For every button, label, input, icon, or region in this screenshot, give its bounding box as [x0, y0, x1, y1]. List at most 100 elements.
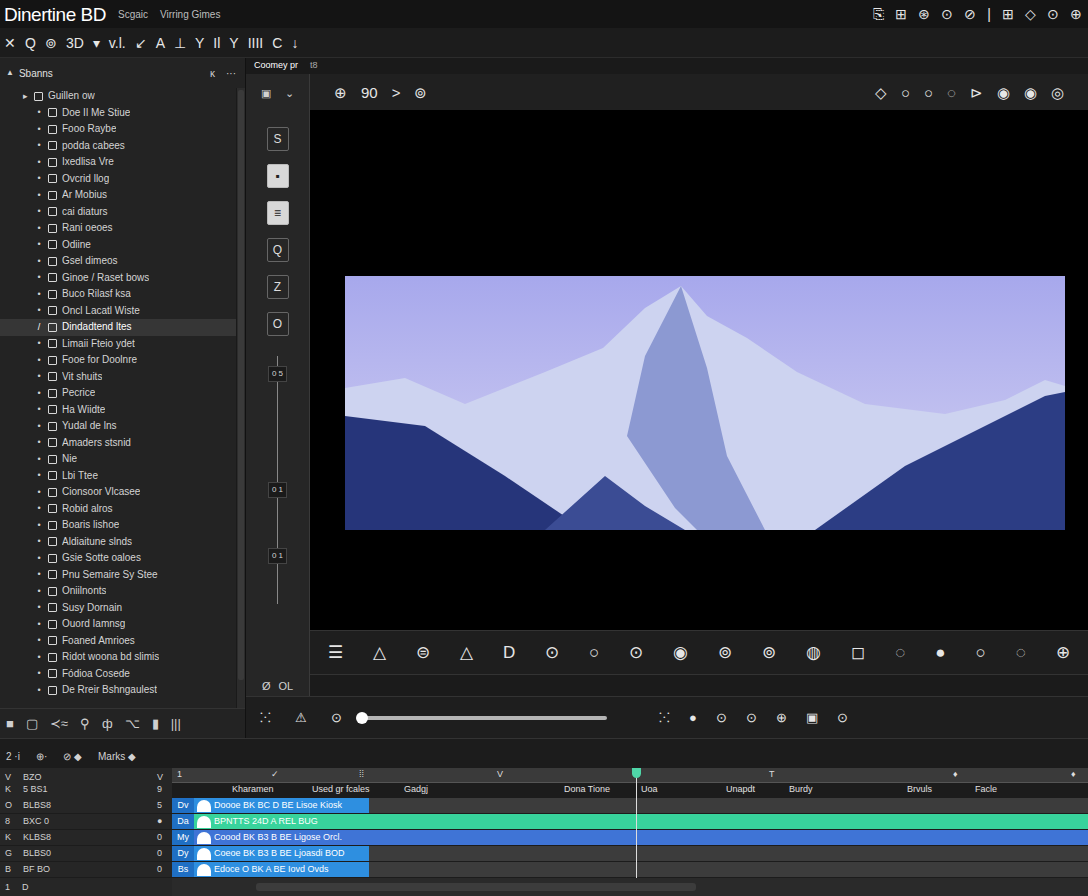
track-flag[interactable]: 0 — [157, 833, 167, 842]
sidebar-item[interactable]: •Gsel dimeos — [0, 253, 236, 270]
tool-button[interactable]: O — [267, 312, 289, 336]
sidebar-item[interactable]: •Boaris lishoe — [0, 517, 236, 534]
tool-icon[interactable]: Il — [213, 36, 220, 50]
transport-icon[interactable]: ▣ — [806, 711, 818, 724]
sidebar-item[interactable]: •podda cabees — [0, 138, 236, 155]
control-icon[interactable]: ◌ — [895, 644, 905, 661]
sidebar-item[interactable]: ▸Guillen ow — [0, 88, 236, 105]
track-flag[interactable]: 5 — [157, 801, 167, 810]
sidebar-item[interactable]: /Dindadtend ltes — [0, 319, 236, 336]
viewer-tab[interactable]: Coomey pr — [254, 59, 298, 73]
sidebar-item[interactable]: •Doe Il Me Stiue — [0, 105, 236, 122]
control-icon[interactable]: ○ — [589, 644, 599, 661]
control-icon[interactable]: ◻ — [851, 644, 865, 661]
track-flag[interactable]: 0 — [157, 849, 167, 858]
viewer-mode-icon[interactable]: ○ — [924, 85, 933, 100]
scrub-handle[interactable] — [356, 712, 368, 724]
tool-icon[interactable]: Y — [195, 36, 204, 50]
control-icon[interactable]: ○ — [975, 644, 985, 661]
window-action-icon[interactable]: | — [987, 7, 991, 21]
footer-tool-icon[interactable]: ||| — [171, 717, 181, 730]
sidebar-item[interactable]: •Limaii Fteio ydet — [0, 336, 236, 353]
sidebar-item[interactable]: •Ridot woona bd slimis — [0, 649, 236, 666]
control-icon[interactable]: ⊚ — [762, 644, 776, 661]
transport-icon[interactable]: ⊙ — [837, 711, 848, 724]
clip[interactable]: BsEdoce O BK A BE Iovd Ovds — [172, 862, 369, 877]
clip[interactable]: MyCoood BK B3 B BE Ligose Orcl. — [172, 830, 369, 845]
sidebar-item[interactable]: •Ar Mobius — [0, 187, 236, 204]
tool-icon[interactable]: ✕ — [4, 36, 16, 50]
sidebar-item[interactable]: •Lbi Ttee — [0, 468, 236, 485]
window-action-icon[interactable]: ⊞ — [1002, 7, 1014, 21]
tool-button[interactable]: Q — [267, 238, 289, 262]
footer-tool-icon[interactable]: ▢ — [26, 717, 38, 730]
sidebar-item[interactable]: •Yudal de lns — [0, 418, 236, 435]
tool-icon[interactable]: ↓ — [291, 36, 298, 50]
sidebar-item[interactable]: •Foaned Amrioes — [0, 633, 236, 650]
tool-icon[interactable]: ⊚ — [45, 36, 57, 50]
window-action-icon[interactable]: ⊘ — [964, 7, 976, 21]
sidebar-item[interactable]: •Rani oeoes — [0, 220, 236, 237]
sidebar-item[interactable]: •Nie — [0, 451, 236, 468]
sidebar-item[interactable]: •Odiine — [0, 237, 236, 254]
timeline-header-item[interactable]: ⊕· — [36, 752, 47, 762]
transport-icon[interactable]: ● — [689, 711, 697, 724]
footer-tool-icon[interactable]: ▮ — [152, 717, 159, 730]
viewer-tool[interactable]: ⊕ — [334, 85, 347, 100]
sidebar-item[interactable]: •Fódioa Cosede — [0, 666, 236, 683]
tools-footer-label[interactable]: Ø — [262, 681, 271, 692]
tool-icon[interactable]: Y — [229, 36, 238, 50]
timeline-header-item[interactable]: 2 ·i — [6, 752, 20, 762]
control-icon[interactable]: ⊜ — [416, 644, 430, 661]
sidebar-item[interactable]: •Pnu Semaire Sy Stee — [0, 567, 236, 584]
sidebar-item[interactable]: •Aldiaitune slnds — [0, 534, 236, 551]
scrub-track[interactable] — [360, 716, 607, 720]
track-row[interactable]: GBLBS00DyCoeoe BK B3 B BE Ljoasdi BOD — [0, 846, 1088, 862]
track-flag[interactable]: 0 — [157, 865, 167, 874]
tool-button[interactable]: ▪ — [267, 164, 289, 188]
collapse-icon[interactable]: ▲ — [6, 67, 14, 79]
tool-icon[interactable]: ↙ — [135, 36, 147, 50]
viewer-mode-icon[interactable]: ◉ — [1024, 85, 1037, 100]
timeline-scrollbar[interactable] — [172, 878, 1088, 896]
timeline-footer-item[interactable]: D — [22, 883, 29, 892]
viewer-tab-extra[interactable]: t8 — [310, 59, 318, 73]
sidebar-item[interactable]: •Oniilnonts — [0, 583, 236, 600]
track-row[interactable]: BBF BO0BsEdoce O BK A BE Iovd Ovds — [0, 862, 1088, 878]
tool-icon[interactable]: IIII — [248, 36, 264, 50]
tool-button[interactable]: ≡ — [267, 201, 289, 225]
tool-icon[interactable]: ▾ — [93, 36, 100, 50]
sidebar-item[interactable]: •Fooe for Doolnre — [0, 352, 236, 369]
viewer-mode-icon[interactable]: ◎ — [1051, 85, 1064, 100]
clip[interactable]: DyCoeoe BK B3 B BE Ljoasdi BOD — [172, 846, 369, 861]
timeline-header-item[interactable]: ⊘ ◆ — [63, 752, 82, 762]
tools-footer-label[interactable]: OL — [278, 681, 293, 692]
control-icon[interactable]: ⊚ — [718, 644, 732, 661]
track-row[interactable]: 8BXC 0●DaBPNTTS 24D A REL BUG — [0, 814, 1088, 830]
control-icon[interactable]: △ — [373, 644, 386, 661]
transport-icon[interactable]: ⊕ — [776, 711, 787, 724]
sidebar-item[interactable]: •Ovcrid llog — [0, 171, 236, 188]
control-icon[interactable]: △ — [460, 644, 473, 661]
sidebar-item[interactable]: •Amaders stsnid — [0, 435, 236, 452]
menu-label[interactable]: Virring Gimes — [160, 7, 220, 22]
control-icon[interactable]: ◉ — [673, 644, 688, 661]
clip[interactable]: DaBPNTTS 24D A REL BUG — [172, 814, 369, 829]
footer-tool-icon[interactable]: ⚲ — [80, 717, 90, 730]
control-icon[interactable]: ☰ — [328, 644, 343, 661]
sidebar-item[interactable]: •Susy Dornain — [0, 600, 236, 617]
sidebar-item[interactable]: •Ginoe / Raset bows — [0, 270, 236, 287]
control-icon[interactable]: D — [503, 644, 515, 661]
window-action-icon[interactable]: ◇ — [1025, 7, 1036, 21]
tool-icon[interactable]: A — [156, 36, 165, 50]
footer-tool-icon[interactable]: ≺≈ — [50, 717, 68, 730]
sidebar-scrollbar[interactable] — [236, 88, 245, 708]
viewer-tool[interactable]: ⊚ — [414, 85, 427, 100]
control-icon[interactable]: ◌ — [1016, 644, 1026, 661]
sidebar-item[interactable]: •Fooo Raybe — [0, 121, 236, 138]
track-row[interactable]: OBLBS85DvDoooe BK BC D BE Lisoe Kiosk — [0, 798, 1088, 814]
tool-icon[interactable]: ⊥ — [174, 36, 186, 50]
window-action-icon[interactable]: ⊕ — [1070, 7, 1082, 21]
transport-icon[interactable]: ⊙ — [331, 711, 342, 724]
sidebar-action-icon[interactable]: ĸ — [207, 66, 218, 81]
